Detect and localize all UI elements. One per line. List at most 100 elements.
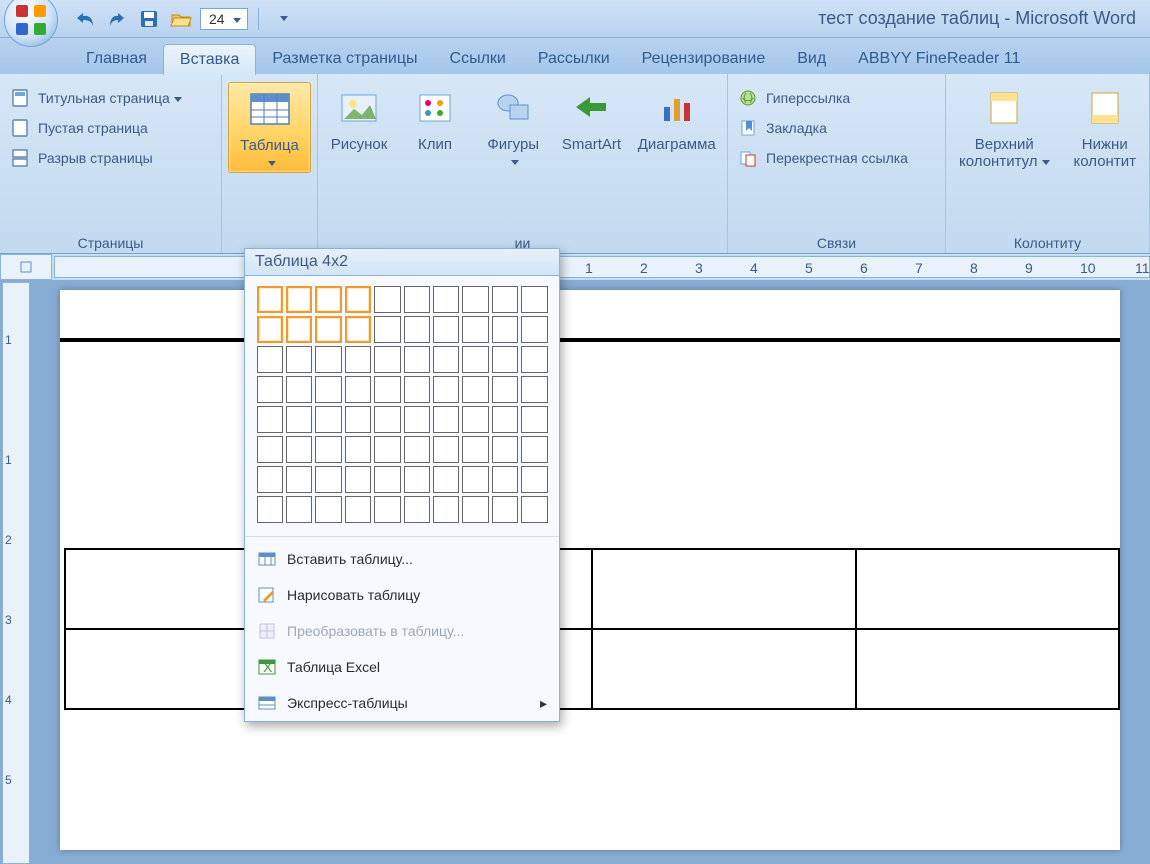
grid-cell[interactable]: [257, 346, 283, 373]
insert-table-menu-item[interactable]: Вставить таблицу...: [245, 541, 559, 577]
grid-cell[interactable]: [374, 286, 400, 313]
grid-cell[interactable]: [462, 346, 488, 373]
grid-cell[interactable]: [315, 406, 341, 433]
grid-cell[interactable]: [492, 496, 518, 523]
grid-cell[interactable]: [345, 346, 371, 373]
grid-cell[interactable]: [433, 376, 459, 403]
grid-cell[interactable]: [433, 346, 459, 373]
grid-cell[interactable]: [492, 286, 518, 313]
grid-cell[interactable]: [433, 286, 459, 313]
tab-home[interactable]: Главная: [70, 44, 163, 74]
grid-cell[interactable]: [286, 436, 312, 463]
grid-cell[interactable]: [404, 346, 430, 373]
tab-finereader[interactable]: ABBYY FineReader 11: [842, 44, 1036, 74]
grid-cell[interactable]: [521, 496, 547, 523]
tab-view[interactable]: Вид: [781, 44, 842, 74]
grid-cell[interactable]: [492, 376, 518, 403]
document-table[interactable]: [64, 548, 1120, 710]
bookmark-button[interactable]: Закладка: [738, 118, 908, 138]
grid-cell[interactable]: [345, 496, 371, 523]
qat-customize-button[interactable]: [269, 6, 295, 32]
blank-page-button[interactable]: Пустая страница: [10, 118, 182, 138]
grid-cell[interactable]: [345, 466, 371, 493]
grid-cell[interactable]: [521, 286, 547, 313]
grid-cell[interactable]: [286, 346, 312, 373]
smartart-button[interactable]: SmartArt: [556, 82, 626, 153]
grid-cell[interactable]: [374, 316, 400, 343]
grid-cell[interactable]: [345, 316, 371, 343]
grid-cell[interactable]: [433, 316, 459, 343]
grid-cell[interactable]: [404, 376, 430, 403]
grid-cell[interactable]: [315, 286, 341, 313]
grid-cell[interactable]: [286, 406, 312, 433]
grid-cell[interactable]: [257, 436, 283, 463]
grid-cell[interactable]: [257, 466, 283, 493]
grid-cell[interactable]: [286, 496, 312, 523]
open-button[interactable]: [168, 6, 194, 32]
grid-cell[interactable]: [404, 316, 430, 343]
excel-table-menu-item[interactable]: X Таблица Excel: [245, 649, 559, 685]
grid-cell[interactable]: [257, 406, 283, 433]
grid-cell[interactable]: [286, 466, 312, 493]
grid-cell[interactable]: [345, 376, 371, 403]
grid-cell[interactable]: [374, 376, 400, 403]
grid-cell[interactable]: [492, 346, 518, 373]
vertical-ruler[interactable]: 112345: [2, 282, 30, 864]
header-button[interactable]: Верхний колонтитул: [953, 82, 1056, 171]
grid-cell[interactable]: [492, 466, 518, 493]
hyperlink-button[interactable]: Гиперссылка: [738, 88, 908, 108]
crossref-button[interactable]: Перекрестная ссылка: [738, 148, 908, 168]
grid-cell[interactable]: [462, 496, 488, 523]
grid-cell[interactable]: [404, 496, 430, 523]
draw-table-menu-item[interactable]: Нарисовать таблицу: [245, 577, 559, 613]
grid-cell[interactable]: [404, 466, 430, 493]
table-button[interactable]: Таблица: [228, 82, 311, 173]
grid-cell[interactable]: [257, 316, 283, 343]
grid-cell[interactable]: [492, 316, 518, 343]
chart-button[interactable]: Диаграмма: [633, 82, 722, 153]
grid-cell[interactable]: [286, 286, 312, 313]
grid-cell[interactable]: [433, 436, 459, 463]
grid-cell[interactable]: [433, 496, 459, 523]
footer-button[interactable]: Нижни колонтит: [1068, 82, 1142, 171]
grid-cell[interactable]: [404, 406, 430, 433]
grid-cell[interactable]: [433, 466, 459, 493]
grid-cell[interactable]: [521, 406, 547, 433]
redo-button[interactable]: [104, 6, 130, 32]
grid-cell[interactable]: [345, 436, 371, 463]
clip-button[interactable]: Клип: [400, 82, 470, 153]
grid-cell[interactable]: [521, 376, 547, 403]
grid-cell[interactable]: [521, 466, 547, 493]
grid-cell[interactable]: [315, 436, 341, 463]
grid-cell[interactable]: [315, 346, 341, 373]
page-break-button[interactable]: Разрыв страницы: [10, 148, 182, 168]
tab-review[interactable]: Рецензирование: [626, 44, 782, 74]
grid-cell[interactable]: [462, 436, 488, 463]
grid-cell[interactable]: [374, 406, 400, 433]
grid-cell[interactable]: [492, 436, 518, 463]
grid-cell[interactable]: [345, 406, 371, 433]
horizontal-ruler[interactable]: 1234567891011: [54, 256, 1150, 278]
table-grid-picker[interactable]: [245, 276, 559, 532]
grid-cell[interactable]: [433, 406, 459, 433]
cover-page-button[interactable]: Титульная страница: [10, 88, 182, 108]
grid-cell[interactable]: [315, 376, 341, 403]
grid-cell[interactable]: [521, 346, 547, 373]
grid-cell[interactable]: [462, 316, 488, 343]
grid-cell[interactable]: [521, 316, 547, 343]
grid-cell[interactable]: [374, 466, 400, 493]
grid-cell[interactable]: [257, 496, 283, 523]
shapes-button[interactable]: Фигуры: [476, 82, 550, 171]
grid-cell[interactable]: [404, 436, 430, 463]
grid-cell[interactable]: [374, 496, 400, 523]
tab-mailings[interactable]: Рассылки: [522, 44, 626, 74]
document-page[interactable]: [60, 290, 1120, 850]
grid-cell[interactable]: [286, 316, 312, 343]
grid-cell[interactable]: [462, 466, 488, 493]
grid-cell[interactable]: [462, 376, 488, 403]
ruler-corner[interactable]: [0, 254, 52, 280]
font-size-box[interactable]: 24: [200, 8, 248, 30]
grid-cell[interactable]: [257, 376, 283, 403]
quick-tables-menu-item[interactable]: Экспресс-таблицы ▸: [245, 685, 559, 721]
tab-references[interactable]: Ссылки: [434, 44, 522, 74]
